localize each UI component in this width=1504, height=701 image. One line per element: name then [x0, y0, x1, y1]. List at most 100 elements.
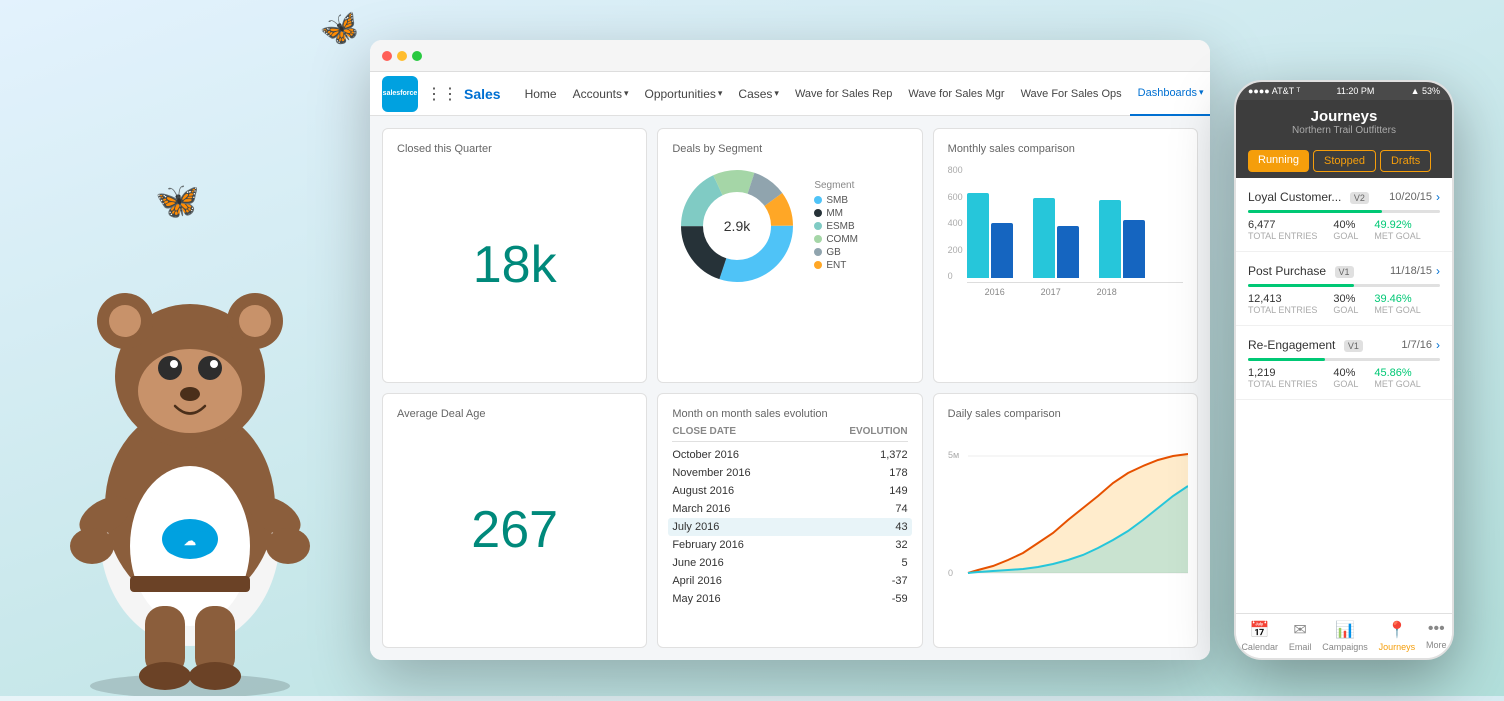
- legend-item-comm: COMM: [814, 234, 858, 245]
- phone-tabs: Running Stopped Drafts: [1236, 144, 1452, 178]
- deals-segment-card: Deals by Segment: [657, 128, 922, 383]
- journey-goal: 40%: [1333, 219, 1358, 231]
- table-row: February 2016 32: [672, 536, 907, 554]
- journey-progress-post: [1248, 284, 1440, 287]
- phone-nav-email[interactable]: ✉ Email: [1289, 620, 1312, 652]
- journey-met-goal-post: 39.46%: [1374, 293, 1420, 305]
- nav-wave-rep[interactable]: Wave for Sales Rep: [787, 72, 900, 116]
- journey-progress-fill: [1248, 284, 1354, 287]
- phone-nav-calendar[interactable]: 📅 Calendar: [1241, 620, 1278, 652]
- donut-chart: 2.9k: [672, 161, 802, 291]
- journey-item-post-purchase[interactable]: Post Purchase V1 11/18/15 › 12,413 TOTAL…: [1236, 252, 1452, 326]
- journey-name-post: Post Purchase: [1248, 264, 1326, 278]
- journey-total-entries-post: 12,413: [1248, 293, 1317, 305]
- browser-chrome: [370, 40, 1210, 72]
- phone-window: ●●●● AT&T ᵀ 11:20 PM ▲ 53% Journeys Nort…: [1234, 80, 1454, 660]
- journey-date-post: 11/18/15: [1390, 265, 1432, 277]
- phone-app-header: Journeys Northern Trail Outfitters: [1236, 100, 1452, 144]
- journey-goal-post: 30%: [1333, 293, 1358, 305]
- chevron-down-icon: ▾: [774, 88, 779, 99]
- svg-text:2.9k: 2.9k: [724, 218, 751, 234]
- donut-legend: Segment SMB MM ESMB COM: [814, 180, 858, 273]
- nav-accounts[interactable]: Accounts ▾: [565, 72, 637, 116]
- bar-2016-v2: [991, 223, 1013, 278]
- mascot: ☁: [50, 116, 330, 696]
- closed-quarter-card: Closed this Quarter 18k: [382, 128, 647, 383]
- tab-running[interactable]: Running: [1248, 150, 1309, 172]
- bar-label-2016: 2016: [967, 287, 1023, 297]
- svg-text:☁: ☁: [184, 534, 196, 548]
- journey-total-entries: 6,477: [1248, 219, 1317, 231]
- journey-item-reengagement[interactable]: Re-Engagement V1 1/7/16 › 1,219 TOTAL EN…: [1236, 326, 1452, 400]
- bar-2017-v1: [1033, 198, 1055, 278]
- nav-dashboards[interactable]: Dashboards ▾: [1130, 72, 1210, 116]
- journey-progress-loyal: [1248, 210, 1440, 213]
- month-on-month-card: Month on month sales evolution CLOSE DAT…: [657, 393, 922, 648]
- table-header: CLOSE DATE EVOLUTION: [672, 426, 907, 442]
- salesforce-nav: salesforce ⋮⋮ Sales Home Accounts ▾ Oppo…: [370, 72, 1210, 116]
- phone-carrier: ●●●● AT&T ᵀ: [1248, 86, 1300, 96]
- table-row: August 2016 149: [672, 482, 907, 500]
- phone-status-bar: ●●●● AT&T ᵀ 11:20 PM ▲ 53%: [1236, 82, 1452, 100]
- nav-wave-ops[interactable]: Wave For Sales Ops: [1013, 72, 1130, 116]
- journey-stats-post: 12,413 TOTAL ENTRIES 30% GOAL 39.46% MET…: [1248, 293, 1440, 315]
- journey-date-loyal: 10/20/15: [1389, 191, 1432, 203]
- more-icon: •••: [1428, 620, 1445, 638]
- email-icon: ✉: [1293, 620, 1306, 640]
- nav-wave-mgr[interactable]: Wave for Sales Mgr: [900, 72, 1012, 116]
- browser-window: salesforce ⋮⋮ Sales Home Accounts ▾ Oppo…: [370, 40, 1210, 660]
- sales-label: Sales: [464, 86, 501, 102]
- month-on-month-title: Month on month sales evolution: [672, 408, 907, 420]
- nav-opportunities[interactable]: Opportunities ▾: [637, 72, 731, 116]
- bar-2018-v1: [1099, 200, 1121, 278]
- window-controls: [382, 51, 422, 61]
- chevron-right-icon: ›: [1436, 264, 1440, 278]
- salesforce-logo: salesforce: [382, 76, 418, 112]
- journey-item-loyal[interactable]: Loyal Customer... V2 10/20/15 › 6,477 TO…: [1236, 178, 1452, 252]
- closed-quarter-title: Closed this Quarter: [397, 143, 632, 155]
- phone-nav-campaigns[interactable]: 📊 Campaigns: [1322, 620, 1368, 652]
- apps-icon[interactable]: ⋮⋮: [426, 84, 458, 104]
- tab-stopped[interactable]: Stopped: [1313, 150, 1376, 172]
- journey-name-loyal: Loyal Customer...: [1248, 190, 1341, 204]
- nav-home[interactable]: Home: [517, 72, 565, 116]
- phone-battery: ▲ 53%: [1411, 86, 1440, 96]
- chevron-right-icon: ›: [1436, 190, 1440, 204]
- dashboard-content: Closed this Quarter 18k Average Deal Age…: [370, 116, 1210, 660]
- close-button[interactable]: [382, 51, 392, 61]
- tab-drafts[interactable]: Drafts: [1380, 150, 1431, 172]
- journey-met-goal: 49.92%: [1374, 219, 1420, 231]
- legend-item-esmb: ESMB: [814, 221, 858, 232]
- legend-item-gb: GB: [814, 247, 858, 258]
- phone-time: 11:20 PM: [1337, 86, 1375, 96]
- svg-text:5м: 5м: [948, 450, 959, 460]
- chevron-right-icon: ›: [1436, 338, 1440, 352]
- legend-item-smb: SMB: [814, 195, 858, 206]
- avg-deal-age-value: 267: [471, 504, 558, 556]
- phone-nav-more[interactable]: ••• More: [1426, 620, 1447, 652]
- salesforce-logo-text: salesforce: [383, 90, 418, 97]
- chevron-down-icon: ▾: [624, 88, 629, 99]
- journey-stats-reeng: 1,219 TOTAL ENTRIES 40% GOAL 45.86% MET …: [1248, 367, 1440, 389]
- bar-chart-inner: [967, 163, 1183, 283]
- journey-date-reeng: 1/7/16: [1401, 339, 1432, 351]
- svg-text:0: 0: [948, 568, 953, 578]
- daily-sales-chart: 5м 0: [948, 428, 1183, 568]
- phone-nav-journeys[interactable]: 📍 Journeys: [1379, 620, 1416, 652]
- journey-goal-reeng: 40%: [1333, 367, 1358, 379]
- journey-version-loyal: V2: [1350, 192, 1369, 204]
- nav-cases[interactable]: Cases ▾: [730, 72, 787, 116]
- bar-label-2018: 2018: [1079, 287, 1135, 297]
- bar-2016-v1: [967, 193, 989, 278]
- evolution-table: CLOSE DATE EVOLUTION October 2016 1,372 …: [672, 426, 907, 608]
- minimize-button[interactable]: [397, 51, 407, 61]
- journey-progress-reeng: [1248, 358, 1440, 361]
- chevron-down-icon: ▾: [1199, 87, 1204, 98]
- monthly-sales-title: Monthly sales comparison: [948, 143, 1183, 155]
- legend-title: Segment: [814, 180, 858, 191]
- table-row: April 2016 -37: [672, 572, 907, 590]
- deals-segment-title: Deals by Segment: [672, 143, 907, 155]
- maximize-button[interactable]: [412, 51, 422, 61]
- bar-chart: 800 600 400 200 0: [948, 163, 1183, 297]
- journey-met-goal-reeng: 45.86%: [1374, 367, 1420, 379]
